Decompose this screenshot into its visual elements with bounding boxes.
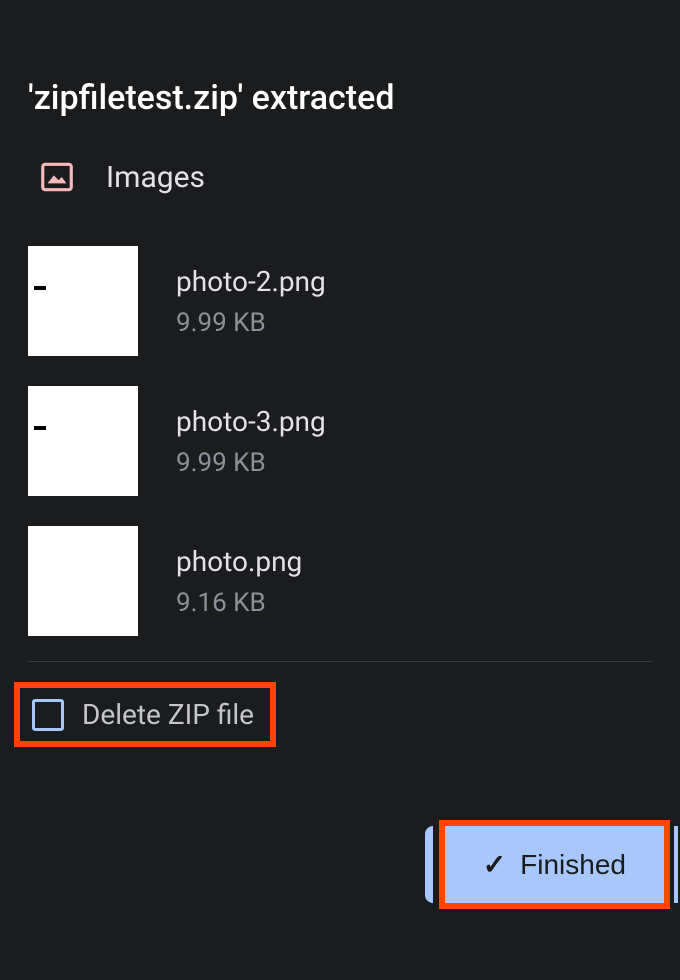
file-size: 9.99 KB: [176, 448, 326, 478]
button-edge: [425, 826, 433, 903]
image-icon: [38, 158, 76, 196]
dialog-title: 'zipfiletest.zip' extracted: [0, 0, 680, 146]
file-size: 9.16 KB: [176, 588, 302, 618]
file-info: photo-2.png 9.99 KB: [176, 265, 326, 338]
divider: [28, 661, 652, 662]
section-header: Images: [0, 146, 680, 236]
file-name: photo-3.png: [176, 405, 326, 438]
list-item[interactable]: photo-3.png 9.99 KB: [28, 376, 652, 506]
finished-label: Finished: [520, 849, 626, 881]
file-info: photo.png 9.16 KB: [176, 545, 302, 618]
file-size: 9.99 KB: [176, 308, 326, 338]
button-edge: [674, 826, 678, 903]
file-thumbnail: [28, 386, 138, 496]
check-icon: ✓: [483, 848, 506, 881]
list-item[interactable]: photo-2.png 9.99 KB: [28, 236, 652, 366]
delete-zip-option[interactable]: Delete ZIP file: [14, 682, 276, 747]
file-name: photo-2.png: [176, 265, 326, 298]
file-thumbnail: [28, 526, 138, 636]
highlight-box: ✓ Finished: [439, 820, 670, 909]
section-label: Images: [106, 160, 205, 195]
finished-button[interactable]: ✓ Finished: [445, 826, 664, 903]
file-thumbnail: [28, 246, 138, 356]
checkbox[interactable]: [32, 699, 64, 731]
button-area: ✓ Finished: [439, 820, 670, 909]
file-info: photo-3.png 9.99 KB: [176, 405, 326, 478]
file-list: photo-2.png 9.99 KB photo-3.png 9.99 KB …: [0, 236, 680, 646]
checkbox-label: Delete ZIP file: [82, 698, 254, 731]
list-item[interactable]: photo.png 9.16 KB: [28, 516, 652, 646]
extraction-dialog: 'zipfiletest.zip' extracted Images photo…: [0, 0, 680, 747]
file-name: photo.png: [176, 545, 302, 578]
